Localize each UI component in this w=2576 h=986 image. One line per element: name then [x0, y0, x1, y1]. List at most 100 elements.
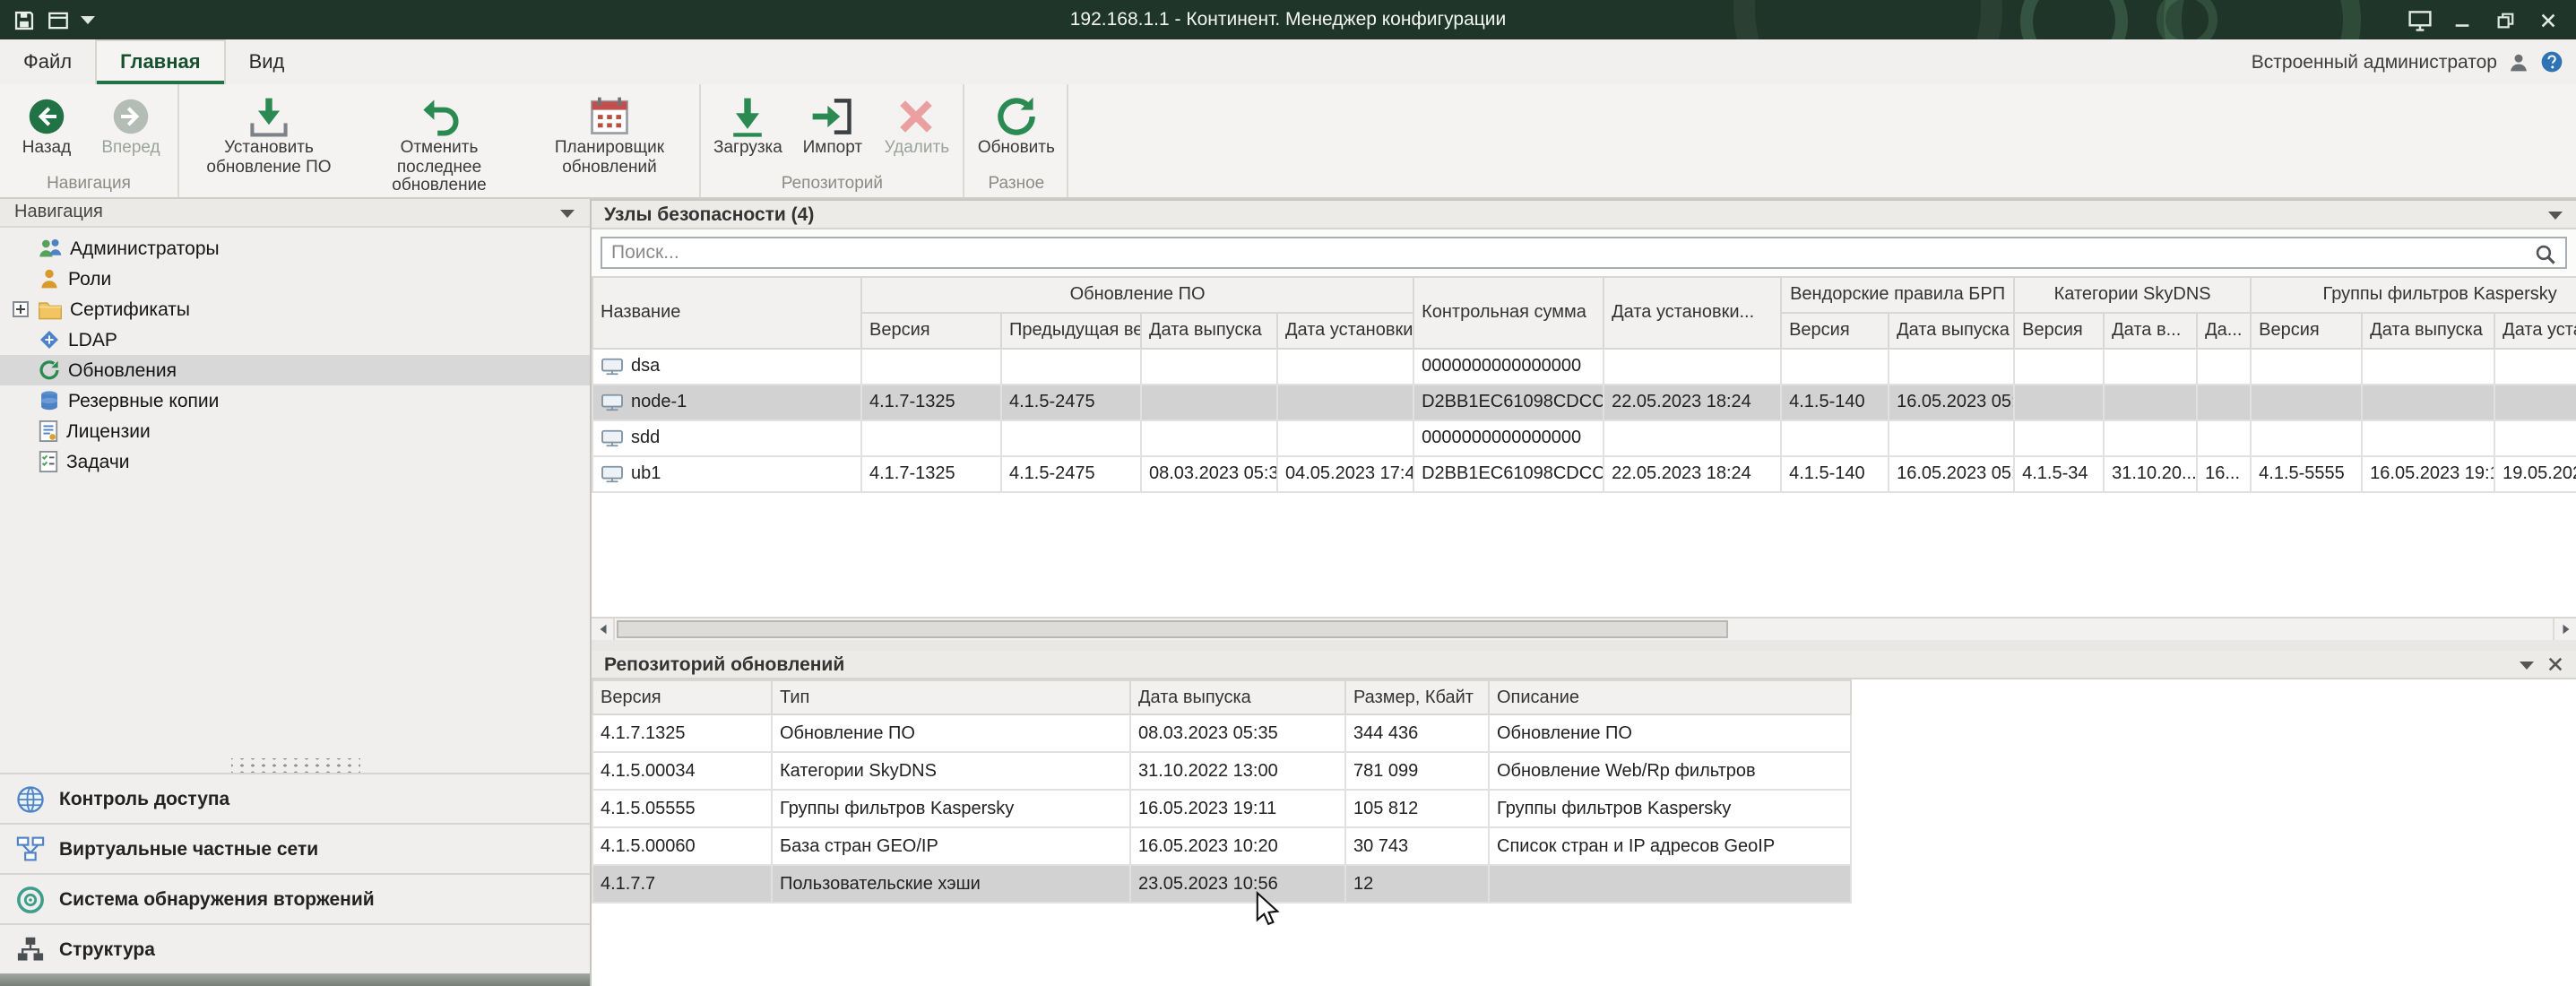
nodes-panel-collapse-icon[interactable] — [2547, 209, 2563, 220]
node-cell: 4.1.5-140 — [1781, 456, 1889, 492]
sidebar-header[interactable]: Навигация — [0, 199, 590, 228]
user-icon[interactable] — [2508, 51, 2529, 73]
window-icon[interactable] — [47, 8, 70, 31]
repo-row[interactable]: 4.1.5.00060База стран GEO/IP16.05.2023 1… — [592, 827, 1851, 865]
column-header[interactable]: Предыдущая ве... — [1001, 313, 1141, 349]
scrollbar-thumb[interactable] — [617, 620, 1728, 638]
sidebar-item-certificates[interactable]: Сертификаты — [0, 294, 590, 324]
back-icon — [27, 96, 66, 135]
sidebar-item-structure[interactable]: Структура — [0, 923, 590, 973]
update-scheduler-button[interactable]: Планировщик обновлений — [525, 88, 694, 178]
ldap-icon — [38, 328, 61, 351]
download-button[interactable]: Загрузка — [706, 88, 790, 159]
tab-file[interactable]: Файл — [0, 39, 95, 84]
node-cell: 4.1.5-34 — [2014, 456, 2104, 492]
sidebar-item-access-control[interactable]: Контроль доступа — [0, 773, 590, 823]
column-header[interactable]: Дата выпуска — [1130, 680, 1345, 714]
back-button[interactable]: Назад — [5, 88, 88, 159]
scroll-left-button[interactable] — [592, 618, 615, 640]
search-icon[interactable] — [2535, 244, 2556, 265]
horizontal-scrollbar[interactable] — [592, 617, 2576, 640]
install-update-button[interactable]: Установить обновление ПО — [185, 88, 353, 178]
tab-view[interactable]: Вид — [226, 39, 308, 84]
column-header[interactable]: Версия — [861, 313, 1001, 349]
sidebar-item-tasks[interactable]: Задачи — [0, 446, 590, 477]
window-title: 192.168.1.1 - Континент. Менеджер конфиг… — [0, 9, 2576, 30]
administrators-icon — [38, 237, 63, 260]
repo-row[interactable]: 4.1.5.00034Категории SkyDNS31.10.2022 13… — [592, 752, 1851, 790]
ribbon-button-label: Загрузка — [713, 140, 782, 159]
search-input[interactable] — [601, 237, 2567, 269]
column-header[interactable]: Дата установки... — [1604, 277, 1781, 349]
sidebar-item-licenses[interactable]: Лицензии — [0, 416, 590, 446]
sidebar-splitter-handle[interactable] — [230, 758, 359, 773]
repo-cell — [1489, 865, 1851, 903]
sidebar-item-vpn[interactable]: Виртуальные частные сети — [0, 823, 590, 873]
tasks-icon — [38, 450, 59, 473]
node-cell — [1141, 349, 1277, 385]
expander-icon[interactable] — [11, 301, 30, 317]
column-header[interactable]: Версия — [2014, 313, 2104, 349]
sidebar-item-ldap[interactable]: LDAP — [0, 324, 590, 355]
refresh-button[interactable]: Обновить — [971, 88, 1062, 159]
forward-button[interactable]: Вперед — [90, 88, 172, 159]
ribbon-tabs: ФайлГлавнаяВид — [0, 39, 307, 84]
column-header[interactable]: Дата выпуска — [1889, 313, 2014, 349]
column-header-name[interactable]: Название — [592, 277, 861, 349]
sidebar-item-administrators[interactable]: Администраторы — [0, 233, 590, 264]
repo-row[interactable]: 4.1.7.1325Обновление ПО08.03.2023 05:353… — [592, 714, 1851, 752]
sidebar-item-ids[interactable]: Система обнаружения вторжений — [0, 873, 590, 923]
column-header[interactable]: Дата в... — [2104, 313, 2197, 349]
column-header[interactable]: Контрольная сумма — [1413, 277, 1604, 349]
repo-cell: 23.05.2023 10:56 — [1130, 865, 1345, 903]
nodes-panel-header: Узлы безопасности (4) — [592, 201, 2576, 229]
node-row[interactable]: node-14.1.7-13254.1.5-2475D2BB1EC61098CD… — [592, 385, 2576, 420]
node-row[interactable]: dsa0000000000000000 — [592, 349, 2576, 385]
help-icon[interactable] — [2540, 50, 2563, 74]
titlebar: 192.168.1.1 - Континент. Менеджер конфиг… — [0, 0, 2576, 39]
repo-row[interactable]: 4.1.7.7Пользовательские хэши23.05.2023 1… — [592, 865, 1851, 903]
scroll-right-button[interactable] — [2553, 618, 2576, 640]
ribbon-group: Установить обновление ПООтменить последн… — [179, 84, 701, 197]
import-button[interactable]: Импорт — [791, 88, 874, 159]
delete-icon — [894, 92, 940, 139]
column-group-header: Обновление ПО — [861, 277, 1413, 313]
node-cell — [2104, 420, 2197, 456]
restore-button[interactable] — [2486, 4, 2524, 36]
sidebar-item-roles[interactable]: Роли — [0, 264, 590, 294]
import-icon — [809, 92, 856, 139]
column-header[interactable]: Описание — [1489, 680, 1851, 714]
column-header[interactable]: Дата установки — [1277, 313, 1413, 349]
repo-cell: 344 436 — [1345, 714, 1489, 752]
delete-button[interactable]: Удалить — [876, 88, 958, 159]
quick-access-caret-icon[interactable] — [81, 14, 95, 25]
node-name: ub1 — [631, 464, 661, 484]
repo-cell: Категории SkyDNS — [772, 752, 1130, 790]
sidebar-item-updates[interactable]: Обновления — [0, 355, 590, 385]
node-row[interactable]: ub14.1.7-13254.1.5-247508.03.2023 05:350… — [592, 456, 2576, 492]
repo-panel-collapse-icon[interactable] — [2519, 659, 2535, 670]
sidebar-item-backups[interactable]: Резервные копии — [0, 385, 590, 416]
column-header[interactable]: Дата выпуска — [1141, 313, 1277, 349]
column-header[interactable]: Версия — [1781, 313, 1889, 349]
tab-home[interactable]: Главная — [95, 39, 226, 84]
repo-panel-close-icon[interactable] — [2547, 656, 2563, 672]
repo-cell: Обновление ПО — [772, 714, 1130, 752]
column-header[interactable]: Тип — [772, 680, 1130, 714]
save-icon[interactable] — [13, 8, 36, 31]
tree-item-label: Лицензии — [66, 420, 151, 442]
close-button[interactable] — [2529, 4, 2567, 36]
repo-row[interactable]: 4.1.5.05555Группы фильтров Kaspersky16.0… — [592, 790, 1851, 827]
undo-last-update-button[interactable]: Отменить последнее обновление — [355, 88, 523, 197]
column-header[interactable]: Версия — [592, 680, 772, 714]
column-header[interactable]: Дата установ... — [2494, 313, 2576, 349]
column-header[interactable]: Дата выпуска — [2362, 313, 2494, 349]
column-header[interactable]: Да... — [2197, 313, 2251, 349]
monitor-icon[interactable] — [2400, 4, 2438, 36]
column-header[interactable]: Размер, Кбайт — [1345, 680, 1489, 714]
panel-divider[interactable] — [592, 640, 2576, 651]
column-header[interactable]: Версия — [2251, 313, 2362, 349]
minimize-button[interactable] — [2443, 4, 2481, 36]
sidebar-collapse-caret-icon[interactable] — [559, 207, 575, 218]
node-row[interactable]: sdd0000000000000000 — [592, 420, 2576, 456]
